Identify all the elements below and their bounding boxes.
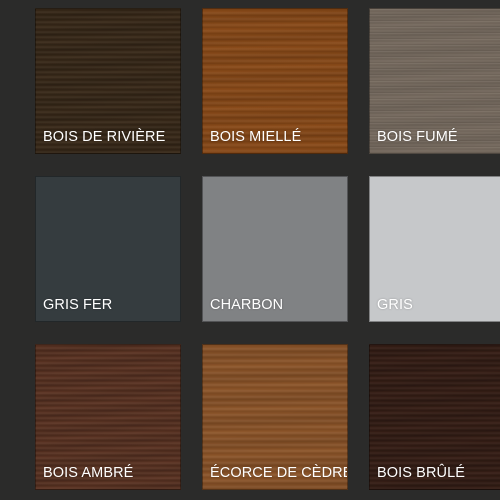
swatch-bois-ambre[interactable]: BOIS AMBRÉ xyxy=(35,344,181,490)
swatch-label: BOIS DE RIVIÈRE xyxy=(43,129,166,145)
swatch-ecorce-de-cedre[interactable]: ÉCORCE DE CÈDRE xyxy=(202,344,348,490)
swatch-bois-brule[interactable]: BOIS BRÛLÉ xyxy=(369,344,500,490)
swatch-bois-de-riviere[interactable]: BOIS DE RIVIÈRE xyxy=(35,8,181,154)
swatch-bois-fume[interactable]: BOIS FUMÉ xyxy=(369,8,500,154)
swatch-label: BOIS BRÛLÉ xyxy=(377,465,466,481)
swatch-label: BOIS FUMÉ xyxy=(377,129,458,145)
swatch-label: BOIS MIELLÉ xyxy=(210,129,302,145)
swatch-label: GRIS xyxy=(377,297,413,313)
swatch-label: ÉCORCE DE CÈDRE xyxy=(210,465,348,481)
color-swatch-grid: BOIS DE RIVIÈRE BOIS MIELLÉ BOIS FUMÉ GR… xyxy=(0,0,500,500)
swatch-label: GRIS FER xyxy=(43,297,113,313)
swatch-gris-fer[interactable]: GRIS FER xyxy=(35,176,181,322)
swatch-label: BOIS AMBRÉ xyxy=(43,465,134,481)
swatch-bois-mielle[interactable]: BOIS MIELLÉ xyxy=(202,8,348,154)
swatch-label: CHARBON xyxy=(210,297,284,313)
swatch-gris[interactable]: GRIS xyxy=(369,176,500,322)
swatch-charbon[interactable]: CHARBON xyxy=(202,176,348,322)
